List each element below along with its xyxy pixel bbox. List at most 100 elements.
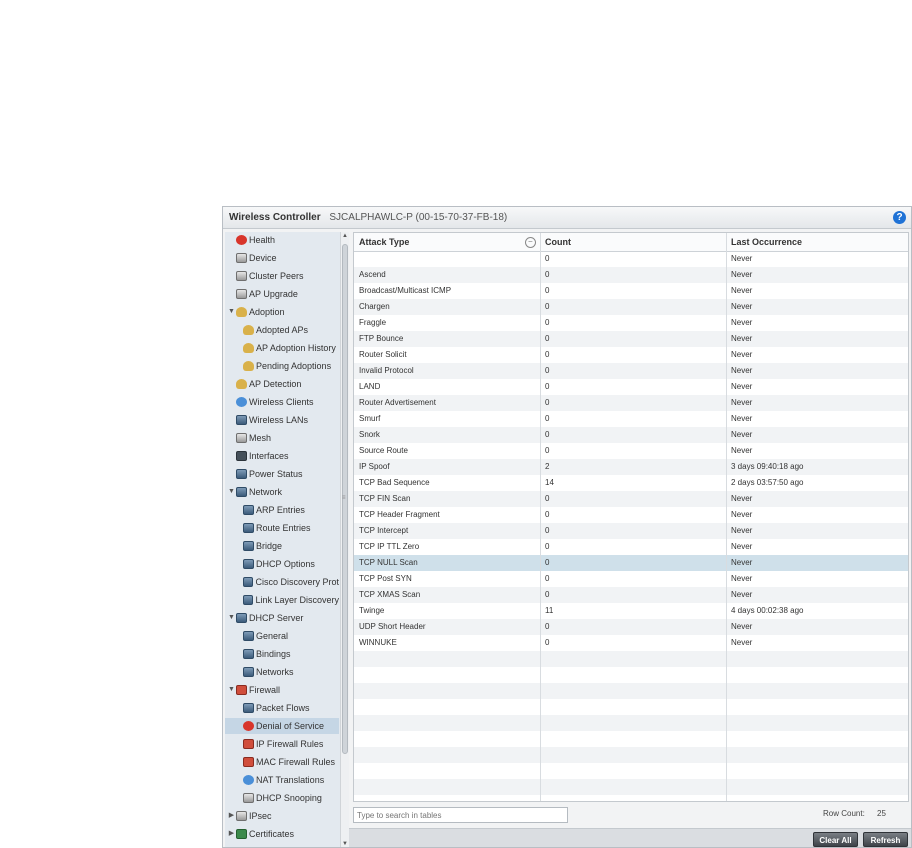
collapse-arrow-icon[interactable]: ▶ (227, 808, 236, 824)
tree-item[interactable]: ARP Entries (225, 502, 339, 518)
expand-arrow-icon[interactable]: ▼ (227, 304, 236, 320)
table-row[interactable]: TCP Post SYN 0 Never (354, 571, 908, 587)
tree-item[interactable]: Link Layer Discovery (225, 592, 339, 608)
tree-item[interactable]: Route Entries (225, 520, 339, 536)
scroll-down-icon[interactable]: ▼ (341, 840, 349, 847)
certificates-icon (236, 829, 247, 839)
tree-item[interactable]: ▼ Firewall (225, 682, 339, 698)
tree-item[interactable]: Device (225, 250, 339, 266)
cell-attack-type: Smurf (359, 414, 381, 423)
table-row[interactable] (354, 667, 908, 683)
table-row[interactable] (354, 683, 908, 699)
table-row[interactable]: UDP Short Header 0 Never (354, 619, 908, 635)
tree-item[interactable]: Wireless Clients (225, 394, 339, 410)
collapse-arrow-icon[interactable]: ▶ (227, 826, 236, 842)
table-row[interactable]: Snork 0 Never (354, 427, 908, 443)
tree-item-label: Pending Adoptions (256, 361, 332, 371)
table-row[interactable]: Ascend 0 Never (354, 267, 908, 283)
table-row[interactable]: Smurf 0 Never (354, 411, 908, 427)
refresh-button[interactable]: Refresh (863, 832, 908, 847)
table-search-input[interactable] (353, 807, 568, 823)
table-row[interactable] (354, 779, 908, 795)
table-row[interactable]: TCP Header Fragment 0 Never (354, 507, 908, 523)
cell-attack-type: Router Solicit (359, 350, 407, 359)
tree-item[interactable]: ▼ Adoption (225, 304, 339, 320)
cell-last-occurrence: Never (731, 558, 753, 567)
tree-item[interactable]: ▶ Certificates (225, 826, 339, 842)
table-row[interactable]: TCP XMAS Scan 0 Never (354, 587, 908, 603)
column-attack-type[interactable]: Attack Type (354, 233, 540, 251)
table-row[interactable]: Fraggle 0 Never (354, 315, 908, 331)
expand-arrow-icon[interactable]: ▼ (227, 484, 236, 500)
tree-item[interactable]: Bridge (225, 538, 339, 554)
help-icon[interactable]: ? (893, 211, 906, 224)
table-row[interactable] (354, 731, 908, 747)
table-row[interactable]: Broadcast/Multicast ICMP 0 Never (354, 283, 908, 299)
table-row[interactable]: Invalid Protocol 0 Never (354, 363, 908, 379)
table-row[interactable]: Twinge 11 4 days 00:02:38 ago (354, 603, 908, 619)
expand-arrow-icon[interactable]: ▼ (227, 610, 236, 626)
table-row[interactable]: Router Advertisement 0 Never (354, 395, 908, 411)
scroll-up-icon[interactable]: ▲ (341, 232, 349, 241)
table-row[interactable] (354, 747, 908, 763)
tree-item[interactable]: Bindings (225, 646, 339, 662)
wireless-clients-icon (236, 397, 247, 407)
tree-item[interactable]: Networks (225, 664, 339, 680)
table-row[interactable]: TCP Bad Sequence 14 2 days 03:57:50 ago (354, 475, 908, 491)
tree-item[interactable]: Mesh (225, 430, 339, 446)
column-count[interactable]: Count (540, 233, 726, 251)
tree-item[interactable]: MAC Firewall Rules (225, 754, 339, 770)
device-name: SJCALPHAWLC-P (00-15-70-37-FB-18) (329, 212, 508, 223)
table-row[interactable]: FTP Bounce 0 Never (354, 331, 908, 347)
tree-item[interactable]: IP Firewall Rules (225, 736, 339, 752)
tree-item[interactable]: Cisco Discovery Prot (225, 574, 339, 590)
tree-item[interactable]: DHCP Snooping (225, 790, 339, 806)
tree-item[interactable]: Wireless LANs (225, 412, 339, 428)
tree-item[interactable]: Interfaces (225, 448, 339, 464)
table-row[interactable] (354, 715, 908, 731)
column-last-occurrence[interactable]: Last Occurrence (726, 233, 908, 251)
cell-attack-type: TCP FIN Scan (359, 494, 411, 503)
clear-all-button[interactable]: Clear All (813, 832, 858, 847)
tree-item[interactable]: Pending Adoptions (225, 358, 339, 374)
tree-item[interactable]: Power Status (225, 466, 339, 482)
tree-item[interactable]: Denial of Service (225, 718, 339, 734)
table-row[interactable]: TCP FIN Scan 0 Never (354, 491, 908, 507)
table-row[interactable] (354, 763, 908, 779)
expand-arrow-icon[interactable]: ▼ (227, 682, 236, 698)
table-row[interactable] (354, 651, 908, 667)
tree-item[interactable]: AP Adoption History (225, 340, 339, 356)
tree-item[interactable]: ▶ IPsec (225, 808, 339, 824)
tree-item[interactable]: AP Upgrade (225, 286, 339, 302)
cell-attack-type: Fraggle (359, 318, 387, 327)
table-row[interactable]: LAND 0 Never (354, 379, 908, 395)
table-row[interactable]: TCP Intercept 0 Never (354, 523, 908, 539)
tree-item[interactable]: DHCP Options (225, 556, 339, 572)
tree-item[interactable]: AP Detection (225, 376, 339, 392)
tree-item[interactable]: Packet Flows (225, 700, 339, 716)
table-row[interactable]: WINNUKE 0 Never (354, 635, 908, 651)
tree-item[interactable]: Adopted APs (225, 322, 339, 338)
tree-item[interactable]: ▼ DHCP Server (225, 610, 339, 626)
tree-item[interactable]: Health (225, 232, 339, 248)
table-row[interactable]: Chargen 0 Never (354, 299, 908, 315)
tree-item-label: AP Detection (249, 379, 302, 389)
tree-item[interactable]: ▼ Network (225, 484, 339, 500)
ip-firewall-rules-icon (243, 739, 254, 749)
cell-count: 0 (545, 334, 550, 343)
table-row[interactable]: IP Spoof 2 3 days 09:40:18 ago (354, 459, 908, 475)
table-row[interactable]: Source Route 0 Never (354, 443, 908, 459)
tree-scrollbar[interactable]: ▲ ≡ ▼ (340, 232, 349, 847)
tree-item-label: Interfaces (249, 451, 289, 461)
table-row[interactable]: 0 Never (354, 251, 908, 267)
table-row[interactable] (354, 699, 908, 715)
tree-item-label: DHCP Options (256, 559, 315, 569)
sort-icon[interactable]: – (525, 237, 536, 248)
tree-item[interactable]: General (225, 628, 339, 644)
tree-item[interactable]: Cluster Peers (225, 268, 339, 284)
table-row[interactable]: TCP IP TTL Zero 0 Never (354, 539, 908, 555)
table-row[interactable]: Router Solicit 0 Never (354, 347, 908, 363)
table-row[interactable]: TCP NULL Scan 0 Never (354, 555, 908, 571)
tree-item-label: Bridge (256, 541, 283, 551)
tree-item[interactable]: NAT Translations (225, 772, 339, 788)
